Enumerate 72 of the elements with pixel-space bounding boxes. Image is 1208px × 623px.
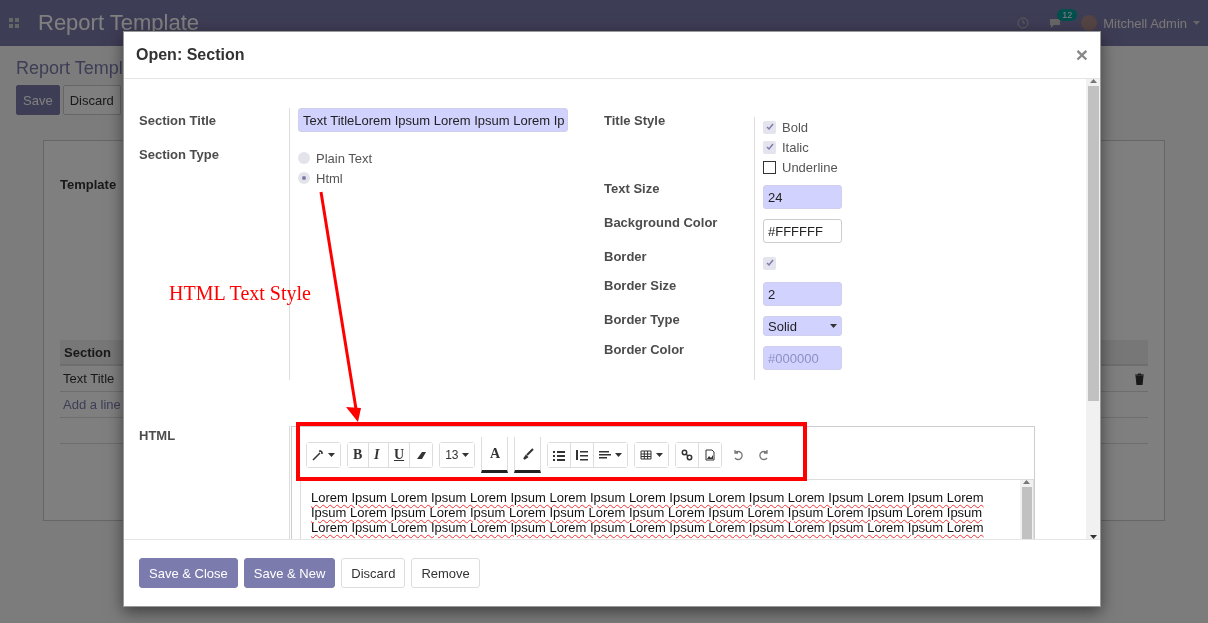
trash-icon[interactable] xyxy=(1134,372,1145,385)
table-button[interactable] xyxy=(635,443,669,467)
input-field[interactable]: #FFFFFF xyxy=(763,219,842,243)
highlight-button[interactable] xyxy=(514,437,542,473)
font-size-button[interactable]: 13 xyxy=(440,443,475,467)
dialog-button[interactable]: Save & New xyxy=(243,558,336,588)
numbered-list-icon xyxy=(576,449,589,461)
checkbox[interactable] xyxy=(763,160,776,174)
caret-icon xyxy=(1089,535,1097,539)
caret-icon xyxy=(1193,21,1200,25)
radio-label: Html xyxy=(316,170,343,186)
caret-icon xyxy=(615,453,623,457)
magic-wand-icon xyxy=(312,449,324,461)
checkbox-label: Bold xyxy=(782,119,809,135)
avatar xyxy=(1081,15,1098,31)
caret-icon xyxy=(656,453,664,457)
checkbox-label: Underline xyxy=(782,159,838,175)
breadcrumb: Report Templ xyxy=(16,58,123,78)
link-icon xyxy=(681,449,694,461)
field-label: Title Style xyxy=(604,112,667,130)
radio-button[interactable] xyxy=(298,172,310,184)
dialog-button[interactable]: Discard xyxy=(341,558,406,588)
app-title: Report Template xyxy=(38,10,199,36)
apps-icon xyxy=(8,17,20,29)
caret-icon xyxy=(830,324,837,328)
dialog-title: Open: Section xyxy=(136,46,245,64)
caret-icon xyxy=(1023,480,1030,484)
title-field[interactable]: Text TitleLorem Ipsum Lorem Ipsum Lorem Ip xyxy=(298,108,568,132)
style-button[interactable] xyxy=(307,443,340,467)
eraser-icon xyxy=(415,449,428,461)
scrollbar[interactable] xyxy=(1086,79,1100,539)
input-field[interactable]: 2 xyxy=(763,282,842,306)
field-label: Text Size xyxy=(604,180,661,198)
caret-icon xyxy=(462,453,470,457)
align-button[interactable] xyxy=(593,443,628,467)
align-left-icon xyxy=(599,449,612,461)
redo-icon xyxy=(758,449,771,461)
field-label: Section Title xyxy=(139,112,218,130)
image-icon xyxy=(704,449,717,461)
radio-button[interactable] xyxy=(298,152,310,164)
html-content: Lorem Ipsum Lorem Ipsum Lorem Ipsum Lorem Ipsum Lorem Ipsum Lorem Ipsum Lorem Ipsum Lorem Ipsum Lorem Ipsum Lorem Ipsum Lorem Ipsum Lorem Ipsum Lorem Ipsum Lorem Ipsum Lorem Ipsum Lorem Ipsum Lorem Ipsum Lorem Ipsum Lorem Ipsum Lorem Ipsum Lorem Ipsum Lorem Ipsum Lorem Ipsum Lorem Ipsum Lorem Ipsum Lorem xyxy=(310,489,985,537)
field-label: HTML xyxy=(139,427,177,445)
select-field[interactable]: Solid xyxy=(763,316,842,336)
checkbox-label: Italic xyxy=(782,139,809,155)
clock-icon xyxy=(1017,17,1030,29)
table-cell: Text Title xyxy=(63,371,115,386)
form-button[interactable]: Discard xyxy=(62,85,121,115)
dialog-button[interactable]: Remove xyxy=(411,558,480,588)
table-icon xyxy=(640,449,653,461)
image-button[interactable] xyxy=(698,443,722,467)
field-label: Border xyxy=(604,248,648,266)
eraser-button[interactable] xyxy=(409,443,433,467)
caret-icon xyxy=(328,453,335,457)
message-count: 12 xyxy=(1057,9,1078,21)
field-label: Background Color xyxy=(604,214,719,232)
radio-label: Plain Text xyxy=(316,150,373,166)
field-label: Template xyxy=(60,177,117,192)
scrollbar[interactable] xyxy=(1020,480,1033,539)
brush-icon xyxy=(522,447,534,460)
field-label: Border Size xyxy=(604,277,678,295)
font-color-button[interactable]: A xyxy=(481,437,509,473)
field-label: Border Type xyxy=(604,311,681,329)
close-button[interactable]: × xyxy=(1075,43,1088,67)
caret-icon xyxy=(1089,79,1097,83)
input-field[interactable]: 24 xyxy=(763,185,842,209)
undo-icon xyxy=(732,449,745,461)
annotation-text: HTML Text Style xyxy=(169,282,311,305)
field-label: Border Color xyxy=(604,341,686,359)
bullet-list-icon xyxy=(553,449,566,461)
field-label: Section Type xyxy=(139,146,220,164)
checkbox[interactable] xyxy=(763,256,776,270)
dialog-button[interactable]: Save & Close xyxy=(139,558,238,588)
